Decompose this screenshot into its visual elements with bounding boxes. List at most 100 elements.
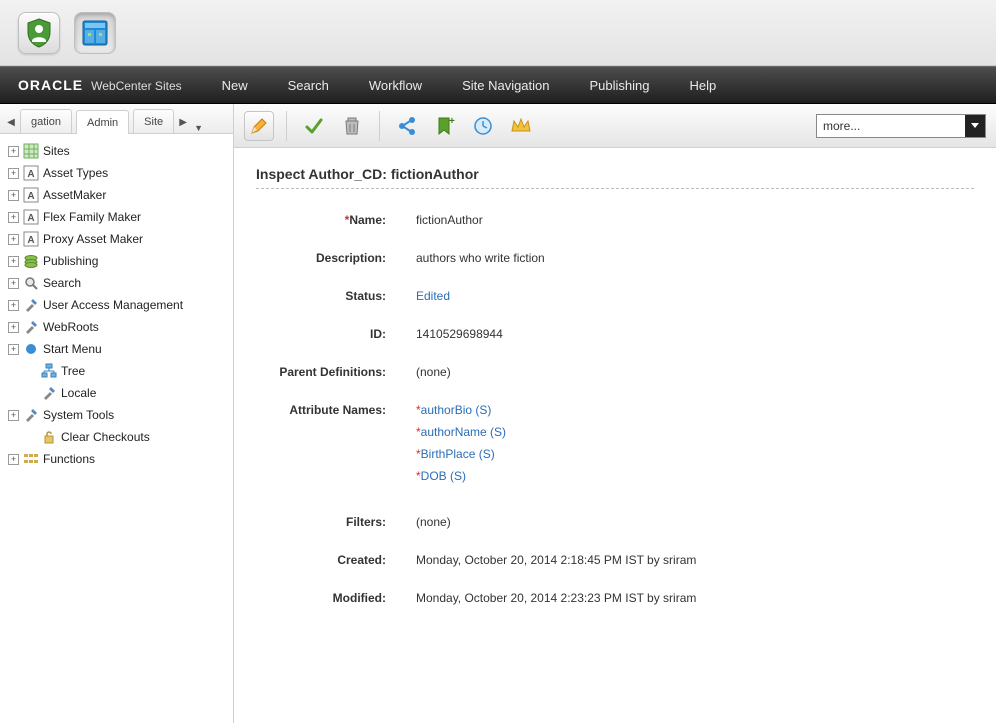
delete-button[interactable] [337,111,367,141]
tree-item-publishing[interactable]: + Publishing [4,250,229,272]
menu-new[interactable]: New [222,78,248,93]
field-label: Status: [345,289,386,303]
a-tag-icon: A [23,187,39,203]
field-value-link[interactable]: Edited [416,289,450,303]
attribute-item[interactable]: *authorName (S) [416,425,506,439]
expander-icon[interactable]: + [8,190,19,201]
site-grid-icon [23,143,39,159]
unlock-icon [41,429,57,445]
tree-label: Start Menu [43,342,102,356]
share-button[interactable] [392,111,422,141]
menu-site-navigation[interactable]: Site Navigation [462,78,549,93]
brand-oracle: ORACLE [18,77,83,93]
field-label: Parent Definitions: [279,365,386,379]
page-title: Inspect Author_CD: fictionAuthor [256,166,974,182]
tree-label: User Access Management [43,298,183,312]
tree-item-asset-maker[interactable]: + A AssetMaker [4,184,229,206]
contributor-mode-button[interactable] [18,12,60,54]
content-toolbar: + more... [234,104,996,148]
field-value: Monday, October 20, 2014 2:18:45 PM IST … [416,553,696,567]
tab-label: Admin [87,117,118,129]
field-label: Name: [349,213,386,227]
history-button[interactable] [468,111,498,141]
field-label: Created: [337,553,386,567]
tree-label: Clear Checkouts [61,430,150,444]
tree-item-functions[interactable]: + Functions [4,448,229,470]
trash-icon [343,116,361,136]
shield-user-icon [26,18,52,48]
tree-item-user-access[interactable]: + User Access Management [4,294,229,316]
tree-item-tree[interactable]: Tree [4,360,229,382]
tree-item-start-menu[interactable]: + Start Menu [4,338,229,360]
menu-help[interactable]: Help [690,78,717,93]
stack-icon [23,253,39,269]
tree-item-locale[interactable]: Locale [4,382,229,404]
expander-blank [26,366,37,377]
expander-icon[interactable]: + [8,146,19,157]
expander-icon[interactable]: + [8,234,19,245]
expander-icon[interactable]: + [8,278,19,289]
tree-label: Tree [61,364,85,378]
tree-item-system-tools[interactable]: + System Tools [4,404,229,426]
tab-admin[interactable]: Admin [76,110,129,134]
tree-label: Sites [43,144,70,158]
tree-label: System Tools [43,408,114,422]
tree-item-sites[interactable]: + Sites [4,140,229,162]
share-icon [397,116,417,136]
expander-icon[interactable]: + [8,212,19,223]
edit-button[interactable] [244,111,274,141]
menu-workflow[interactable]: Workflow [369,78,422,93]
clock-icon [473,116,493,136]
approve-button[interactable] [299,111,329,141]
expander-icon[interactable]: + [8,168,19,179]
tab-site[interactable]: Site [133,109,174,133]
svg-text:A: A [27,169,34,180]
tree-label: Functions [43,452,95,466]
tab-scroll-right[interactable]: ▶ [176,111,190,133]
tree-item-proxy-asset[interactable]: +AProxy Asset Maker [4,228,229,250]
tab-label: gation [31,116,61,128]
tree-item-clear-checkouts[interactable]: Clear Checkouts [4,426,229,448]
a-tag-icon: A [23,165,39,181]
menu-search[interactable]: Search [288,78,329,93]
expander-icon[interactable]: + [8,300,19,311]
field-label: Description: [316,251,386,265]
expander-icon[interactable]: + [8,322,19,333]
menu-publishing[interactable]: Publishing [590,78,650,93]
crown-button[interactable] [506,111,536,141]
tree-label: AssetMaker [43,188,106,202]
field-filters: Filters: (none) [256,515,974,529]
expander-icon[interactable]: + [8,344,19,355]
tree-item-search[interactable]: +Search [4,272,229,294]
tab-gation[interactable]: gation [20,109,72,133]
inspect-page: Inspect Author_CD: fictionAuthor *Name: … [234,148,996,723]
bookmark-button[interactable]: + [430,111,460,141]
checkmark-icon [304,116,324,136]
brand: ORACLE WebCenter Sites [18,77,182,93]
svg-text:+: + [449,116,455,127]
attribute-name: authorName (S) [421,425,506,439]
expander-icon[interactable]: + [8,454,19,465]
admin-mode-button[interactable] [74,12,116,54]
attribute-item[interactable]: *DOB (S) [416,469,506,483]
attribute-item[interactable]: *authorBio (S) [416,403,506,417]
field-value: 1410529698944 [416,327,503,341]
tree-label: Publishing [43,254,98,268]
expander-icon[interactable]: + [8,410,19,421]
attribute-item[interactable]: *BirthPlace (S) [416,447,506,461]
expander-icon[interactable]: + [8,256,19,267]
tab-scroll-left[interactable]: ◀ [4,111,18,133]
field-name: *Name: fictionAuthor [256,213,974,227]
field-label: Attribute Names: [289,403,386,417]
field-parent-definitions: Parent Definitions: (none) [256,365,974,379]
more-dropdown[interactable]: more... [816,114,986,138]
tab-overflow-button[interactable]: ▼ [190,123,206,133]
tree-item-flex-family[interactable]: +AFlex Family Maker [4,206,229,228]
tree-label: Locale [61,386,96,400]
toolbar-separator [379,111,380,141]
blue-dot-icon [23,341,39,357]
svg-text:A: A [27,235,34,246]
a-tag-icon: A [23,231,39,247]
tree-item-webroots[interactable]: +WebRoots [4,316,229,338]
tree-item-asset-types[interactable]: +AAsset Types [4,162,229,184]
